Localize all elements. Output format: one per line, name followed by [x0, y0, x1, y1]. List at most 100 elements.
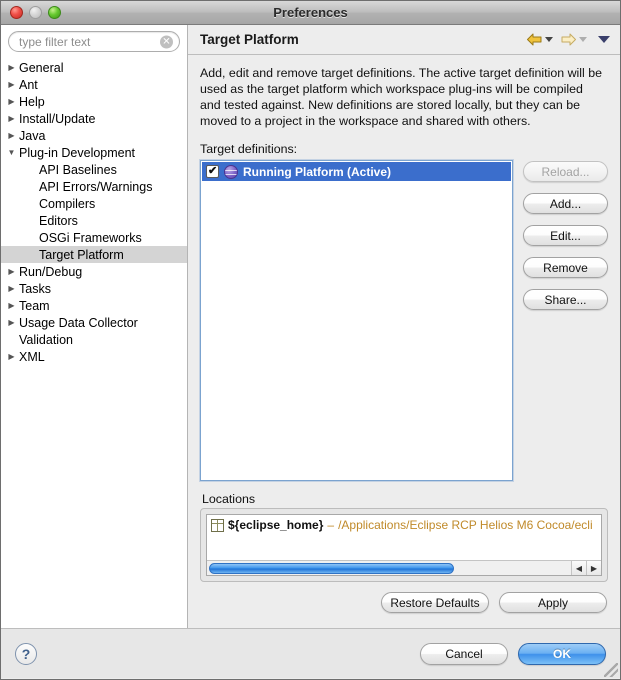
chevron-down-icon[interactable] [598, 36, 610, 43]
target-platform-icon [224, 164, 238, 179]
sidebar-item-ant[interactable]: ▶ Ant [1, 76, 187, 93]
sidebar-item-plug-in-development[interactable]: ▼ Plug-in Development [1, 144, 187, 161]
filter-box[interactable]: ✕ [8, 31, 180, 52]
search-input[interactable] [9, 32, 179, 51]
locations-list[interactable]: ${eclipse_home} – /Applications/Eclipse … [206, 514, 602, 576]
chevron-right-icon[interactable]: ▶ [5, 76, 18, 93]
locations-frame: ${eclipse_home} – /Applications/Eclipse … [200, 508, 608, 582]
forward-arrow-icon[interactable] [560, 32, 577, 47]
sidebar-item-label: API Baselines [39, 162, 117, 177]
sidebar-item-label: API Errors/Warnings [39, 179, 153, 194]
sidebar-item-label: Usage Data Collector [19, 315, 138, 330]
sidebar-item-install-update[interactable]: ▶ Install/Update [1, 110, 187, 127]
dialog-footer: ? Cancel OK [1, 628, 620, 678]
chevron-down-icon[interactable]: ▼ [5, 144, 18, 161]
remove-button[interactable]: Remove [523, 257, 608, 278]
sidebar-item-label: Validation [19, 332, 73, 347]
sidebar-item-target-platform[interactable]: Target Platform [1, 246, 187, 263]
chevron-right-icon[interactable]: ▶ [5, 314, 18, 331]
target-definitions-area: Running Platform (Active) Reload... Add..… [200, 160, 608, 481]
chevron-right-icon[interactable]: ▶ [5, 263, 18, 280]
sidebar-item-osgi-frameworks[interactable]: OSGi Frameworks [1, 229, 187, 246]
sidebar-item-label: Tasks [19, 281, 51, 296]
clear-icon[interactable]: ✕ [160, 35, 173, 48]
window-title: Preferences [273, 5, 348, 20]
sidebar-item-xml[interactable]: ▶ XML [1, 348, 187, 365]
sidebar-item-label: XML [19, 349, 45, 364]
dialog-body: ✕ ▶General▶Ant▶Help▶Install/Update▶Java▼… [1, 25, 620, 628]
target-definitions-list[interactable]: Running Platform (Active) [200, 160, 513, 481]
sidebar-item-label: Compilers [39, 196, 96, 211]
sidebar-item-run-debug[interactable]: ▶ Run/Debug [1, 263, 187, 280]
chevron-right-icon[interactable]: ▶ [5, 110, 18, 127]
preferences-main-panel: Target Platform Add, edit and remove tar… [188, 25, 620, 628]
preferences-sidebar: ✕ ▶General▶Ant▶Help▶Install/Update▶Java▼… [1, 25, 188, 628]
reload-button: Reload... [523, 161, 608, 182]
scrollbar-thumb[interactable] [209, 562, 454, 574]
locations-label: Locations [202, 492, 256, 506]
add-button[interactable]: Add... [523, 193, 608, 214]
minimize-button[interactable] [29, 6, 42, 19]
zoom-button[interactable] [48, 6, 61, 19]
window-controls [1, 6, 61, 19]
ok-button[interactable]: OK [518, 642, 606, 665]
sidebar-item-label: Team [19, 298, 50, 313]
sidebar-item-api-baselines[interactable]: API Baselines [1, 161, 187, 178]
restore-defaults-button[interactable]: Restore Defaults [381, 592, 489, 613]
sidebar-item-api-errors-warnings[interactable]: API Errors/Warnings [1, 178, 187, 195]
edit-button[interactable]: Edit... [523, 225, 608, 246]
chevron-right-icon[interactable]: ▶ [5, 280, 18, 297]
scroll-right-icon[interactable]: ▶ [586, 560, 601, 575]
page-title: Target Platform [200, 32, 299, 47]
sidebar-item-validation[interactable]: Validation [1, 331, 187, 348]
location-variable: ${eclipse_home} [228, 518, 324, 532]
sidebar-item-team[interactable]: ▶ Team [1, 297, 187, 314]
chevron-right-icon[interactable]: ▶ [5, 93, 18, 110]
sidebar-item-java[interactable]: ▶ Java [1, 127, 187, 144]
help-button[interactable]: ? [15, 642, 37, 665]
preferences-tree[interactable]: ▶ General ▶ Ant ▶ Help ▶ Install/Update ▶ Java ▼ Pl… [1, 58, 187, 628]
horizontal-scrollbar[interactable]: ◀ ▶ [207, 560, 601, 575]
close-button[interactable] [10, 6, 23, 19]
page-body: Add, edit and remove target definitions.… [188, 55, 620, 628]
forward-menu-caret-icon [579, 37, 587, 42]
resize-grip[interactable] [604, 663, 618, 677]
list-item[interactable]: ${eclipse_home} – /Applications/Eclipse … [207, 515, 601, 535]
location-separator: – [327, 518, 335, 532]
scrollbar-track[interactable] [207, 561, 571, 576]
filter-container: ✕ [1, 31, 187, 58]
sidebar-item-label: Run/Debug [19, 264, 83, 279]
chevron-right-icon[interactable]: ▶ [5, 348, 18, 365]
share-button[interactable]: Share... [523, 289, 608, 310]
scroll-left-icon[interactable]: ◀ [571, 560, 586, 575]
sidebar-item-tasks[interactable]: ▶ Tasks [1, 280, 187, 297]
sidebar-item-editors[interactable]: Editors [1, 212, 187, 229]
cancel-button[interactable]: Cancel [420, 642, 508, 665]
page-description: Add, edit and remove target definitions.… [200, 66, 603, 128]
back-menu-caret-icon[interactable] [545, 37, 553, 42]
sidebar-item-compilers[interactable]: Compilers [1, 195, 187, 212]
table-row[interactable]: Running Platform (Active) [202, 162, 511, 181]
apply-button[interactable]: Apply [499, 592, 607, 613]
window-titlebar: Preferences [1, 1, 620, 25]
back-arrow-icon[interactable] [526, 32, 543, 47]
location-path: /Applications/Eclipse RCP Helios M6 Coco… [338, 518, 593, 532]
locations-rows: ${eclipse_home} – /Applications/Eclipse … [207, 515, 601, 535]
page-navigation [526, 32, 610, 47]
locations-group: Locations ${eclipse_home} – /Application… [200, 492, 608, 582]
chevron-right-icon[interactable]: ▶ [5, 59, 18, 76]
footer-buttons: Cancel OK [420, 642, 606, 665]
sidebar-item-general[interactable]: ▶ General [1, 59, 187, 76]
checkbox[interactable] [206, 164, 219, 178]
sidebar-item-help[interactable]: ▶ Help [1, 93, 187, 110]
chevron-right-icon[interactable]: ▶ [5, 297, 18, 314]
sidebar-item-usage-data-collector[interactable]: ▶ Usage Data Collector [1, 314, 187, 331]
chevron-right-icon[interactable]: ▶ [5, 127, 18, 144]
